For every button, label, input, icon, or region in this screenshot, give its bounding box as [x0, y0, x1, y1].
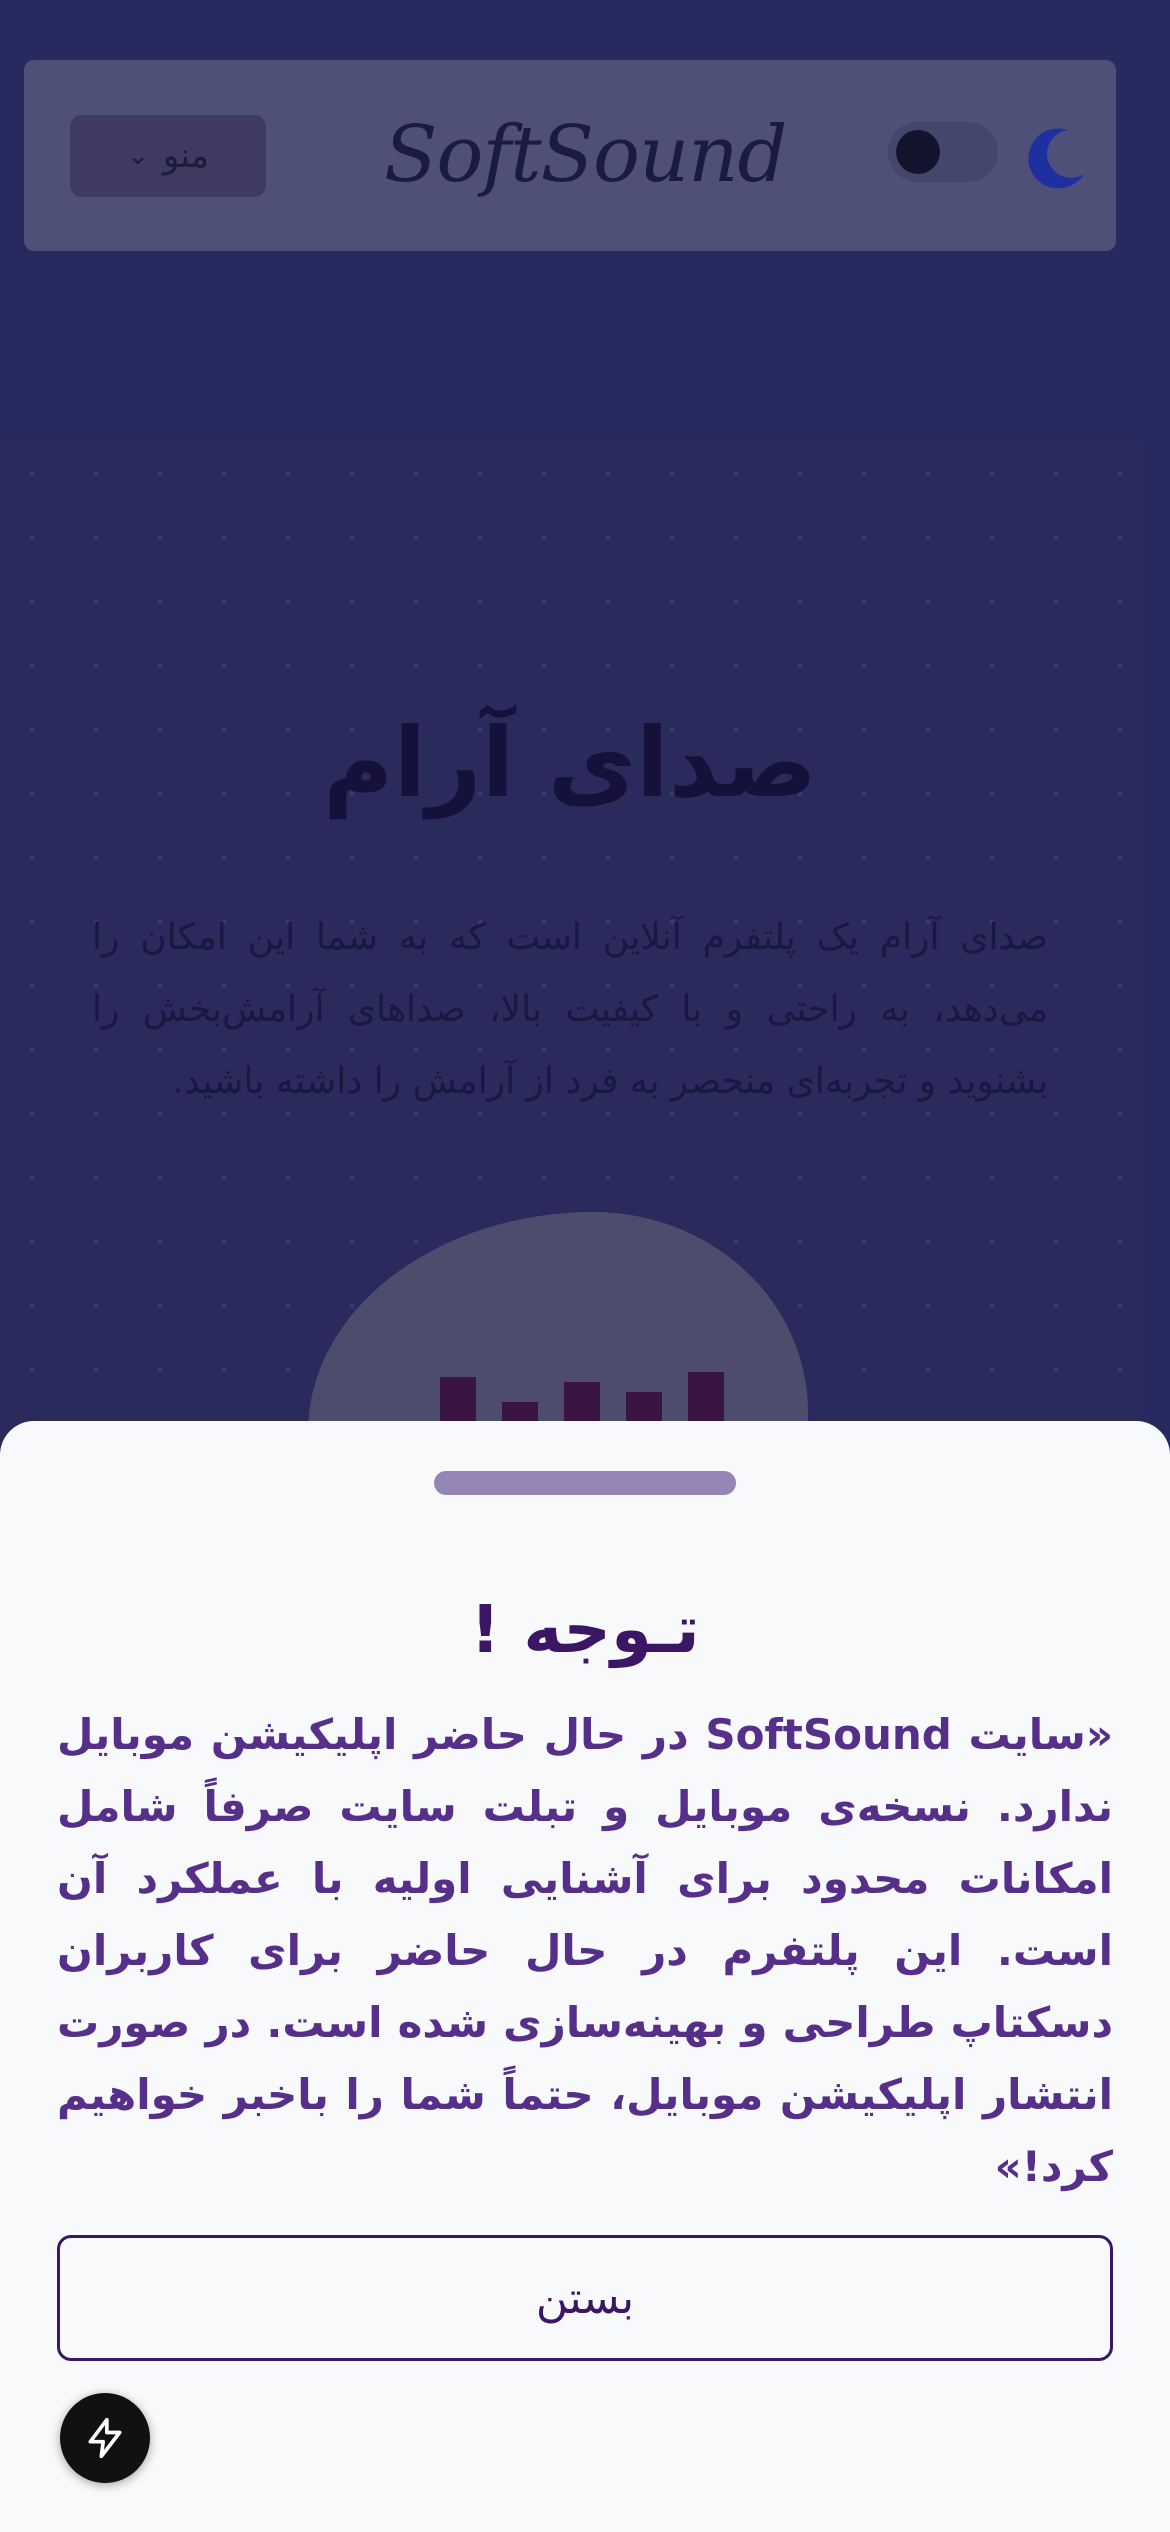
- menu-label: منو: [162, 136, 209, 176]
- close-button[interactable]: بستن: [57, 2235, 1113, 2361]
- moon-icon[interactable]: [1022, 122, 1092, 192]
- hero-title: صدای آرام: [323, 707, 817, 819]
- theme-toggle-knob: [896, 130, 940, 174]
- sheet-drag-handle[interactable]: [434, 1471, 736, 1495]
- chevron-down-icon: ⌄: [127, 141, 149, 171]
- brand-logo[interactable]: SoftSound: [384, 100, 787, 210]
- notice-bottom-sheet: تـوجه ! «سایت SoftSound در حال حاضر اپلی…: [0, 1421, 1170, 2532]
- menu-button[interactable]: منو ⌄: [70, 115, 266, 197]
- notice-body: «سایت SoftSound در حال حاضر اپلیکیشن موب…: [57, 1710, 1113, 2191]
- notice-title: تـوجه !: [470, 1591, 700, 1668]
- navbar: SoftSound منو ⌄: [24, 60, 1116, 251]
- theme-toggle[interactable]: [888, 122, 998, 182]
- hero-description: صدای آرام یک پلتفرم آنلاین است که به شما…: [92, 917, 1048, 1102]
- hero-section: صدای آرام صدای آرام یک پلتفرم آنلاین است…: [0, 442, 1140, 1632]
- lightning-icon: [88, 2417, 122, 2459]
- quick-action-button[interactable]: [60, 2393, 150, 2483]
